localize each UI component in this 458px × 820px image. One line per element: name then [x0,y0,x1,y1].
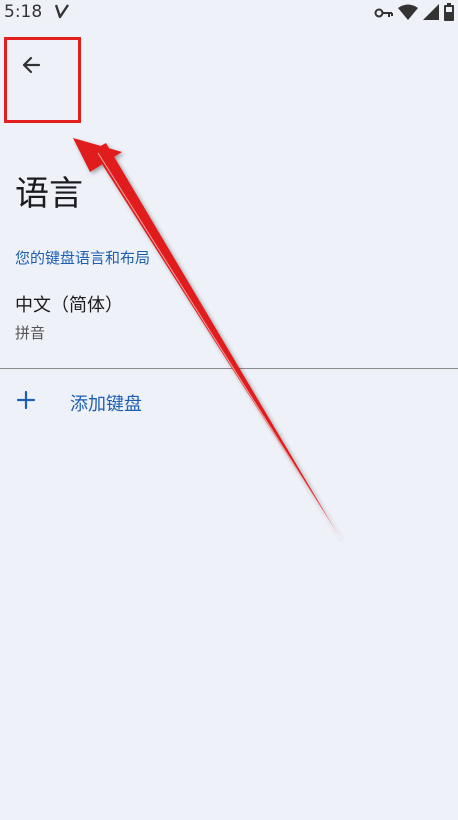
status-icons [374,3,454,25]
wifi-icon [398,4,418,24]
add-keyboard-label: 添加键盘 [70,394,142,415]
divider [0,368,458,369]
arrow-left-icon [19,53,43,81]
section-header: 您的键盘语言和布局 [15,249,151,267]
language-name: 中文（简体） [15,295,123,316]
language-item[interactable]: 中文（简体） 拼音 [15,294,435,343]
vpn-key-icon [374,5,394,24]
status-bar: 5:18 [0,0,458,26]
add-keyboard-button[interactable]: 添加键盘 [0,378,458,426]
back-button[interactable] [8,44,54,90]
battery-icon [444,3,454,25]
language-layout: 拼音 [15,324,46,342]
status-time: 5:18 [4,2,43,22]
page-title: 语言 [15,174,83,214]
plus-icon [15,389,37,415]
signal-icon [422,4,440,24]
carrier-icon [54,3,69,23]
